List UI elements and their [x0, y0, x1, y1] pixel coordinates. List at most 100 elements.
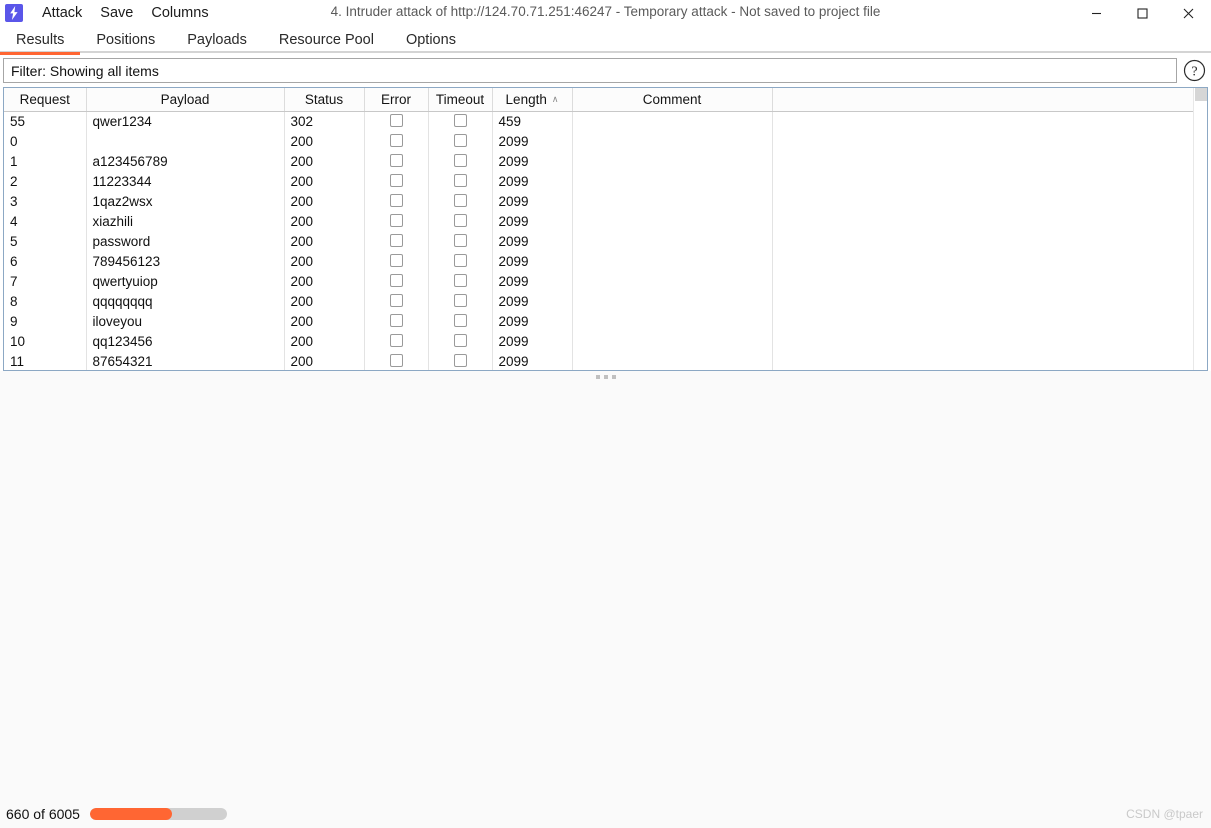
checkbox-icon[interactable]	[453, 154, 467, 168]
cell-timeout[interactable]	[428, 111, 493, 132]
cell-error[interactable]	[364, 331, 429, 352]
table-row[interactable]: 7 qwertyuiop 200 2099	[4, 271, 1207, 292]
panel-splitter[interactable]	[0, 371, 1211, 383]
table-row[interactable]: 9 iloveyou 200 2099	[4, 311, 1207, 332]
column-header-status[interactable]: Status	[284, 88, 365, 112]
tab-payloads[interactable]: Payloads	[171, 31, 263, 53]
cell-error[interactable]	[364, 151, 429, 172]
cell-error[interactable]	[364, 291, 429, 312]
cell-length: 2099	[492, 171, 573, 192]
checkbox-icon[interactable]	[389, 234, 403, 248]
cell-error[interactable]	[364, 171, 429, 192]
cell-timeout[interactable]	[428, 351, 493, 370]
checkbox-icon[interactable]	[453, 234, 467, 248]
menu-columns[interactable]: Columns	[142, 2, 217, 25]
cell-error[interactable]	[364, 251, 429, 272]
cell-status: 200	[284, 291, 365, 312]
cell-timeout[interactable]	[428, 151, 493, 172]
cell-status: 200	[284, 171, 365, 192]
checkbox-icon[interactable]	[389, 334, 403, 348]
checkbox-icon[interactable]	[453, 354, 467, 368]
cell-error[interactable]	[364, 131, 429, 152]
checkbox-icon[interactable]	[389, 274, 403, 288]
table-row[interactable]: 4 xiazhili 200 2099	[4, 211, 1207, 232]
tab-results[interactable]: Results	[0, 31, 81, 55]
checkbox-icon[interactable]	[453, 334, 467, 348]
column-header-payload[interactable]: Payload	[86, 88, 285, 112]
filter-bar[interactable]: Filter: Showing all items	[3, 58, 1177, 83]
cell-filler	[772, 152, 1207, 172]
question-mark-circle-icon[interactable]: ?	[1181, 57, 1208, 84]
cell-error[interactable]	[364, 111, 429, 132]
table-row[interactable]: 3 1qaz2wsx 200 2099	[4, 191, 1207, 212]
cell-status: 302	[284, 111, 365, 132]
cell-timeout[interactable]	[428, 131, 493, 152]
checkbox-icon[interactable]	[453, 254, 467, 268]
table-row[interactable]: 8 qqqqqqqq 200 2099	[4, 291, 1207, 312]
checkbox-icon[interactable]	[453, 274, 467, 288]
cell-timeout[interactable]	[428, 311, 493, 332]
checkbox-icon[interactable]	[453, 174, 467, 188]
checkbox-icon[interactable]	[453, 314, 467, 328]
cell-comment	[572, 191, 773, 212]
checkbox-icon[interactable]	[453, 214, 467, 228]
column-header-request[interactable]: Request	[4, 88, 87, 112]
tab-resource-pool[interactable]: Resource Pool	[263, 31, 390, 53]
table-row[interactable]: 1 a123456789 200 2099	[4, 151, 1207, 172]
cell-timeout[interactable]	[428, 291, 493, 312]
checkbox-icon[interactable]	[453, 134, 467, 148]
column-header-length[interactable]: Length ∧	[492, 88, 573, 112]
tab-options[interactable]: Options	[390, 31, 472, 53]
cell-error[interactable]	[364, 271, 429, 292]
checkbox-icon[interactable]	[389, 174, 403, 188]
results-scrollbar-thumb[interactable]	[1195, 88, 1207, 101]
checkbox-icon[interactable]	[453, 294, 467, 308]
menu-save[interactable]: Save	[91, 2, 142, 25]
table-row[interactable]: 2 11223344 200 2099	[4, 171, 1207, 192]
column-header-comment[interactable]: Comment	[572, 88, 773, 112]
cell-error[interactable]	[364, 311, 429, 332]
checkbox-icon[interactable]	[389, 294, 403, 308]
cell-timeout[interactable]	[428, 171, 493, 192]
cell-timeout[interactable]	[428, 211, 493, 232]
cell-error[interactable]	[364, 211, 429, 232]
column-header-timeout[interactable]: Timeout	[428, 88, 493, 112]
checkbox-icon[interactable]	[389, 314, 403, 328]
results-table-panel: Request Payload Status Error Timeout Len…	[3, 87, 1208, 371]
checkbox-icon[interactable]	[389, 114, 403, 128]
table-row[interactable]: 11 87654321 200 2099	[4, 351, 1207, 370]
cell-filler	[772, 312, 1207, 332]
menu-attack[interactable]: Attack	[33, 2, 91, 25]
cell-timeout[interactable]	[428, 231, 493, 252]
maximize-button[interactable]	[1119, 0, 1165, 27]
checkbox-icon[interactable]	[389, 194, 403, 208]
checkbox-icon[interactable]	[453, 114, 467, 128]
table-row[interactable]: 0 200 2099	[4, 131, 1207, 152]
table-row[interactable]: 10 qq123456 200 2099	[4, 331, 1207, 352]
cell-error[interactable]	[364, 351, 429, 370]
cell-request: 55	[4, 111, 87, 132]
checkbox-icon[interactable]	[389, 214, 403, 228]
cell-error[interactable]	[364, 231, 429, 252]
checkbox-icon[interactable]	[389, 154, 403, 168]
minimize-button[interactable]	[1073, 0, 1119, 27]
cell-timeout[interactable]	[428, 251, 493, 272]
cell-timeout[interactable]	[428, 271, 493, 292]
cell-timeout[interactable]	[428, 191, 493, 212]
table-row[interactable]: 6 789456123 200 2099	[4, 251, 1207, 272]
column-header-error[interactable]: Error	[364, 88, 429, 112]
cell-error[interactable]	[364, 191, 429, 212]
cell-status: 200	[284, 271, 365, 292]
checkbox-icon[interactable]	[453, 194, 467, 208]
table-row[interactable]: 5 password 200 2099	[4, 231, 1207, 252]
tab-positions[interactable]: Positions	[80, 31, 171, 53]
cell-length: 2099	[492, 151, 573, 172]
results-vertical-scrollbar[interactable]	[1193, 88, 1207, 370]
close-button[interactable]	[1165, 0, 1211, 27]
checkbox-icon[interactable]	[389, 254, 403, 268]
cell-timeout[interactable]	[428, 331, 493, 352]
table-row[interactable]: 55 qwer1234 302 459	[4, 111, 1207, 132]
cell-request: 8	[4, 291, 87, 312]
checkbox-icon[interactable]	[389, 134, 403, 148]
checkbox-icon[interactable]	[389, 354, 403, 368]
